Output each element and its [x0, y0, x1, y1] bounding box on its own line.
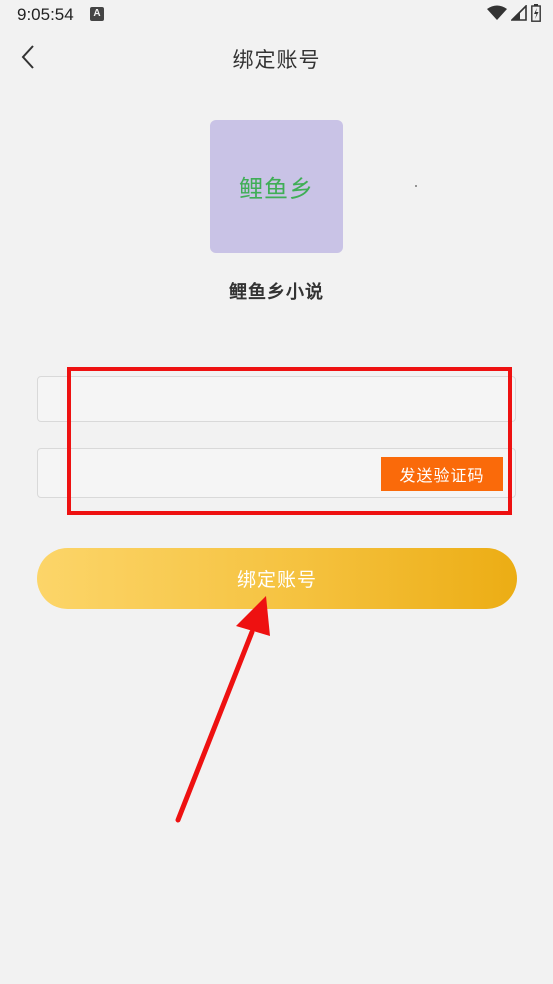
- app-name: 鲤鱼乡小说: [229, 282, 324, 303]
- app-logo: 鲤鱼乡: [210, 120, 343, 253]
- status-time: 9:05:54: [17, 5, 74, 24]
- phone-field[interactable]: [37, 376, 516, 422]
- title-bar: 绑定账号: [0, 30, 553, 86]
- battery-icon: [531, 4, 541, 22]
- send-code-button[interactable]: 发送验证码: [381, 457, 503, 491]
- bind-account-button[interactable]: 绑定账号: [37, 548, 517, 609]
- status-bar: 9:05:54 A: [0, 0, 553, 30]
- wifi-icon: [487, 5, 507, 20]
- logo-text: 鲤鱼乡: [239, 175, 314, 203]
- status-icons: [487, 4, 541, 22]
- decorative-dot: [415, 185, 417, 187]
- page-title: 绑定账号: [232, 48, 321, 72]
- notification-a-icon: A: [90, 7, 104, 21]
- verification-code-field[interactable]: 发送验证码: [37, 448, 516, 498]
- signal-icon: [511, 5, 527, 21]
- bind-account-page: 9:05:54 A 绑定账号 鲤鱼乡 鲤鱼乡小说 发送验证码 绑定账号: [0, 0, 553, 984]
- phone-input[interactable]: [38, 377, 515, 421]
